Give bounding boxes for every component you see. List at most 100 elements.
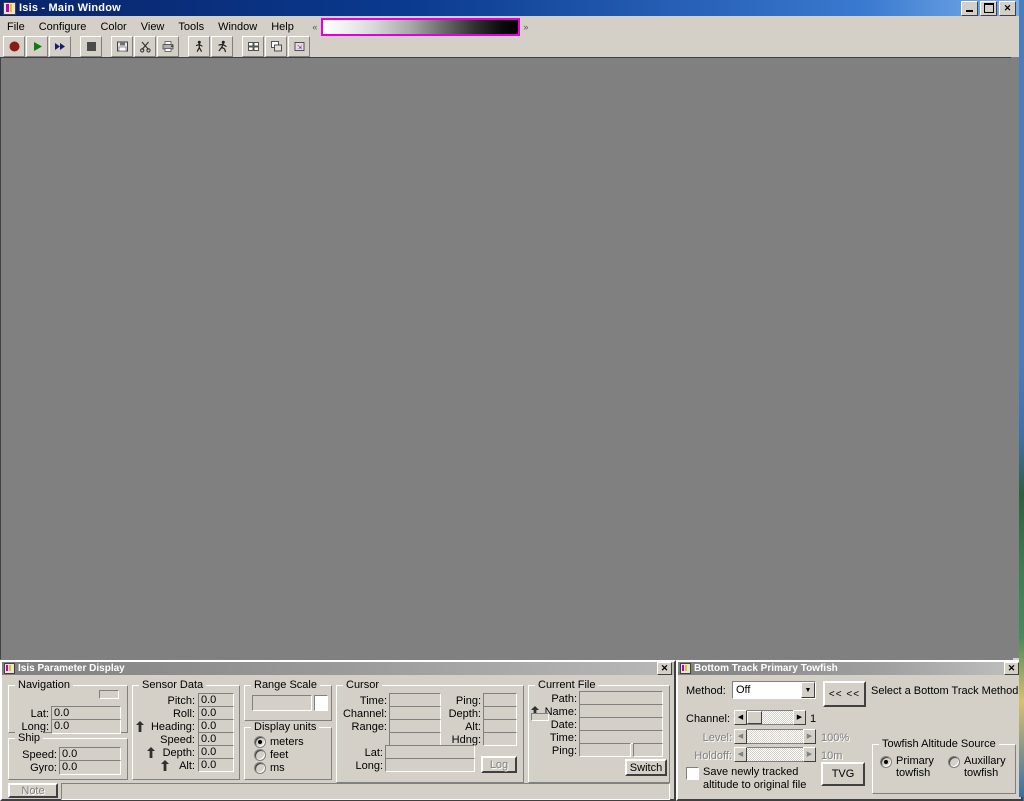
cursor-range-field[interactable] xyxy=(389,719,441,733)
svg-text:⇲: ⇲ xyxy=(296,44,301,51)
parameter-display-close-button[interactable]: ✕ xyxy=(657,662,672,675)
cursor-long-field[interactable] xyxy=(385,758,475,772)
channel-slider-track[interactable] xyxy=(747,710,793,725)
level-slider-track[interactable] xyxy=(747,729,803,744)
cursor-alt-field[interactable] xyxy=(483,719,517,733)
current-file-ping-second-field[interactable] xyxy=(633,743,663,757)
menu-view[interactable]: View xyxy=(134,19,172,35)
level-slider-left-arrow[interactable]: ◀ xyxy=(734,729,747,744)
cursor-legend: Cursor xyxy=(343,679,383,691)
note-button[interactable]: Note xyxy=(8,783,58,798)
main-menu-bar: File Configure Color View Tools Window H… xyxy=(0,17,1019,36)
ship-group: Ship Speed: 0.0 Gyro: 0.0 xyxy=(8,732,128,780)
holdoff-slider-left-arrow[interactable]: ◀ xyxy=(734,747,747,762)
maximize-button[interactable] xyxy=(980,0,997,16)
tvg-button[interactable]: TVG xyxy=(821,762,865,786)
sensor-speed-field[interactable]: 0.0 xyxy=(198,732,234,746)
sensor-roll-field[interactable]: 0.0 xyxy=(198,706,234,720)
sensor-heading-label: Heading: xyxy=(150,721,195,733)
menu-color[interactable]: Color xyxy=(93,19,133,35)
display-unit-feet-radio[interactable]: feet xyxy=(254,749,288,761)
sensor-alt-field[interactable]: 0.0 xyxy=(198,758,234,772)
bottom-track-prev-button[interactable]: << << xyxy=(823,681,866,707)
record-button[interactable] xyxy=(3,36,25,57)
method-combobox[interactable]: Off ▼ xyxy=(732,681,816,699)
navigation-long-field[interactable]: 0.0 xyxy=(51,719,121,734)
cut-button[interactable] xyxy=(134,36,156,57)
current-file-path-field[interactable] xyxy=(579,691,663,705)
cursor-lat-field[interactable] xyxy=(385,745,475,759)
channel-slider-thumb[interactable] xyxy=(747,711,762,724)
holdoff-slider-right-arrow[interactable]: ▶ xyxy=(803,747,816,762)
menu-configure[interactable]: Configure xyxy=(32,19,94,35)
cursor-ping-field[interactable] xyxy=(483,693,517,707)
cascade-windows-button[interactable] xyxy=(265,36,287,57)
range-scale-checkbox[interactable] xyxy=(314,695,328,711)
walk-button[interactable] xyxy=(188,36,210,57)
ship-gyro-field[interactable]: 0.0 xyxy=(59,760,121,775)
walking-man-icon xyxy=(195,40,203,52)
channel-label: Channel: xyxy=(686,713,731,725)
display-units-legend: Display units xyxy=(251,721,320,733)
menu-window[interactable]: Window xyxy=(211,19,264,35)
record-circle-icon xyxy=(9,41,19,52)
cursor-log-button[interactable]: Log xyxy=(481,756,517,773)
main-application-window: Isis - Main Window ✕ File Configure Colo… xyxy=(0,0,1023,801)
cursor-hdng-field[interactable] xyxy=(483,732,517,746)
navigation-group: Navigation Lat: 0.0 Long: 0.0 xyxy=(8,679,128,734)
current-file-time-label: Time: xyxy=(549,732,577,744)
towfish-auxillary-label-line2: towfish xyxy=(964,767,999,779)
sensor-heading-field[interactable]: 0.0 xyxy=(198,719,234,733)
display-unit-meters-radio[interactable]: meters xyxy=(254,736,304,748)
bottom-track-close-button[interactable]: ✕ xyxy=(1004,662,1019,675)
sensor-pitch-field[interactable]: 0.0 xyxy=(198,693,234,707)
current-file-time-field[interactable] xyxy=(579,730,663,744)
play-button[interactable] xyxy=(26,36,48,57)
current-file-ping-field[interactable] xyxy=(579,743,631,757)
channel-slider-right-arrow[interactable]: ▶ xyxy=(793,710,806,725)
sensor-depth-field[interactable]: 0.0 xyxy=(198,745,234,759)
sensor-roll-label: Roll: xyxy=(172,708,195,720)
cursor-time-field[interactable] xyxy=(389,693,441,707)
range-scale-group: Range Scale xyxy=(244,679,332,721)
holdoff-slider[interactable]: ◀ ▶ xyxy=(734,747,816,762)
arrange-icons-button[interactable]: ⇲ xyxy=(288,36,310,57)
stop-button[interactable] xyxy=(80,36,102,57)
run-button[interactable] xyxy=(211,36,233,57)
menu-help[interactable]: Help xyxy=(264,19,301,35)
current-file-switch-button[interactable]: Switch xyxy=(625,759,667,776)
save-button[interactable] xyxy=(111,36,133,57)
menu-file[interactable]: File xyxy=(0,19,32,35)
range-scale-field[interactable] xyxy=(252,695,312,711)
cursor-channel-field[interactable] xyxy=(389,706,441,720)
holdoff-slider-track[interactable] xyxy=(747,747,803,762)
tile-windows-button[interactable] xyxy=(242,36,264,57)
palette-next-icon[interactable]: » xyxy=(520,19,532,35)
menu-tools[interactable]: Tools xyxy=(171,19,211,35)
towfish-primary-radio[interactable]: Primary towfish xyxy=(880,755,934,779)
print-button[interactable] xyxy=(157,36,179,57)
close-button[interactable]: ✕ xyxy=(999,0,1016,16)
cursor-group: Cursor Time: Channel: Range: Ping: Depth… xyxy=(336,679,524,783)
cursor-depth-field[interactable] xyxy=(483,706,517,720)
cursor-extra-field[interactable] xyxy=(389,732,441,746)
current-file-name-field[interactable] xyxy=(579,704,663,718)
level-slider[interactable]: ◀ ▶ xyxy=(734,729,816,744)
holdoff-value: 10m xyxy=(821,750,843,762)
towfish-auxillary-radio[interactable]: Auxillary towfish xyxy=(948,755,1006,779)
color-palette-gradient[interactable] xyxy=(320,17,520,36)
display-unit-ms-radio[interactable]: ms xyxy=(254,762,285,774)
cascade-windows-icon xyxy=(270,41,282,52)
sonar-workspace-canvas[interactable] xyxy=(0,57,1013,660)
channel-slider[interactable]: ◀ ▶ xyxy=(734,710,806,725)
cursor-range-label: Range: xyxy=(351,721,387,733)
save-altitude-checkbox[interactable]: Save newly tracked altitude to original … xyxy=(686,766,831,792)
fast-forward-button[interactable] xyxy=(49,36,71,57)
channel-slider-left-arrow[interactable]: ◀ xyxy=(734,710,747,725)
level-slider-right-arrow[interactable]: ▶ xyxy=(803,729,816,744)
sensor-alt-label: Alt: xyxy=(179,760,195,772)
minimize-button[interactable] xyxy=(961,0,978,16)
palette-prev-icon[interactable]: « xyxy=(309,19,321,35)
chevron-down-icon[interactable]: ▼ xyxy=(801,682,815,698)
current-file-date-field[interactable] xyxy=(579,717,663,731)
